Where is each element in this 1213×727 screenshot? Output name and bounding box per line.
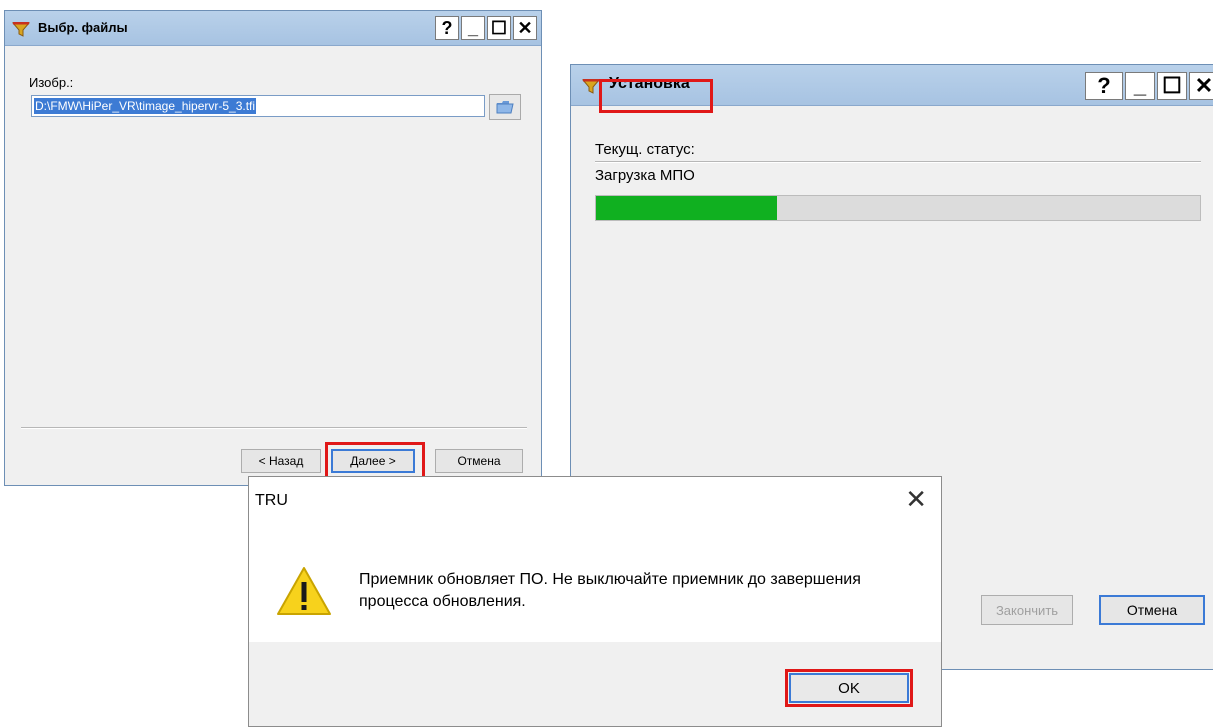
maximize-button[interactable]: ☐ <box>1157 72 1187 100</box>
back-button[interactable]: < Назад <box>241 449 321 473</box>
close-button[interactable]: ✕ <box>513 16 537 40</box>
footer-separator <box>21 427 527 429</box>
close-button[interactable]: ✕ <box>1189 72 1213 100</box>
status-label: Текущ. статус: <box>595 141 695 158</box>
install-cancel-button[interactable]: Отмена <box>1099 595 1205 625</box>
image-path-value: D:\FMW\HiPer_VR\timage_hipervr-5_3.tfi <box>34 98 257 114</box>
minimize-button[interactable]: _ <box>1125 72 1155 100</box>
select-files-titlebar[interactable]: Выбр. файлы ? _ ☐ ✕ <box>5 11 541 46</box>
status-value: Загрузка МПО <box>595 167 695 184</box>
status-separator <box>595 161 1201 163</box>
ok-button[interactable]: OK <box>789 673 909 703</box>
progress-fill <box>596 196 778 220</box>
minimize-button[interactable]: _ <box>461 16 485 40</box>
funnel-app-icon <box>582 79 600 94</box>
folder-open-icon <box>496 101 514 114</box>
image-path-input[interactable]: D:\FMW\HiPer_VR\timage_hipervr-5_3.tfi <box>31 95 485 117</box>
help-button[interactable]: ? <box>435 16 459 40</box>
install-titlebar[interactable]: Установка ? _ ☐ ✕ <box>571 65 1213 106</box>
finish-button[interactable]: Закончить <box>981 595 1073 625</box>
ok-button-label: OK <box>838 679 860 697</box>
dialog-title: TRU <box>255 492 288 509</box>
warning-triangle-icon <box>277 567 331 615</box>
cancel-button[interactable]: Отмена <box>435 449 523 473</box>
install-cancel-button-label: Отмена <box>1126 602 1178 618</box>
maximize-button[interactable]: ☐ <box>487 16 511 40</box>
select-files-window: Выбр. файлы ? _ ☐ ✕ Изобр.: D:\FMW\HiPer… <box>4 10 542 486</box>
next-button-label: Далее > <box>350 454 396 468</box>
finish-button-label: Закончить <box>995 602 1059 618</box>
tru-message-dialog: TRU ✕ Приемник обновляет ПО. Не выключай… <box>248 476 942 727</box>
funnel-app-icon <box>12 22 30 37</box>
install-title: Установка <box>609 75 690 92</box>
help-button[interactable]: ? <box>1085 72 1123 100</box>
cancel-button-label: Отмена <box>457 454 501 468</box>
image-label: Изобр.: <box>29 75 74 90</box>
dialog-message: Приемник обновляет ПО. Не выключайте при… <box>359 571 861 610</box>
next-button[interactable]: Далее > <box>331 449 415 473</box>
browse-button[interactable] <box>489 94 521 120</box>
select-files-title: Выбр. файлы <box>38 20 128 35</box>
back-button-label: < Назад <box>258 454 304 468</box>
close-icon[interactable]: ✕ <box>905 486 927 512</box>
install-progress-bar <box>595 195 1201 221</box>
